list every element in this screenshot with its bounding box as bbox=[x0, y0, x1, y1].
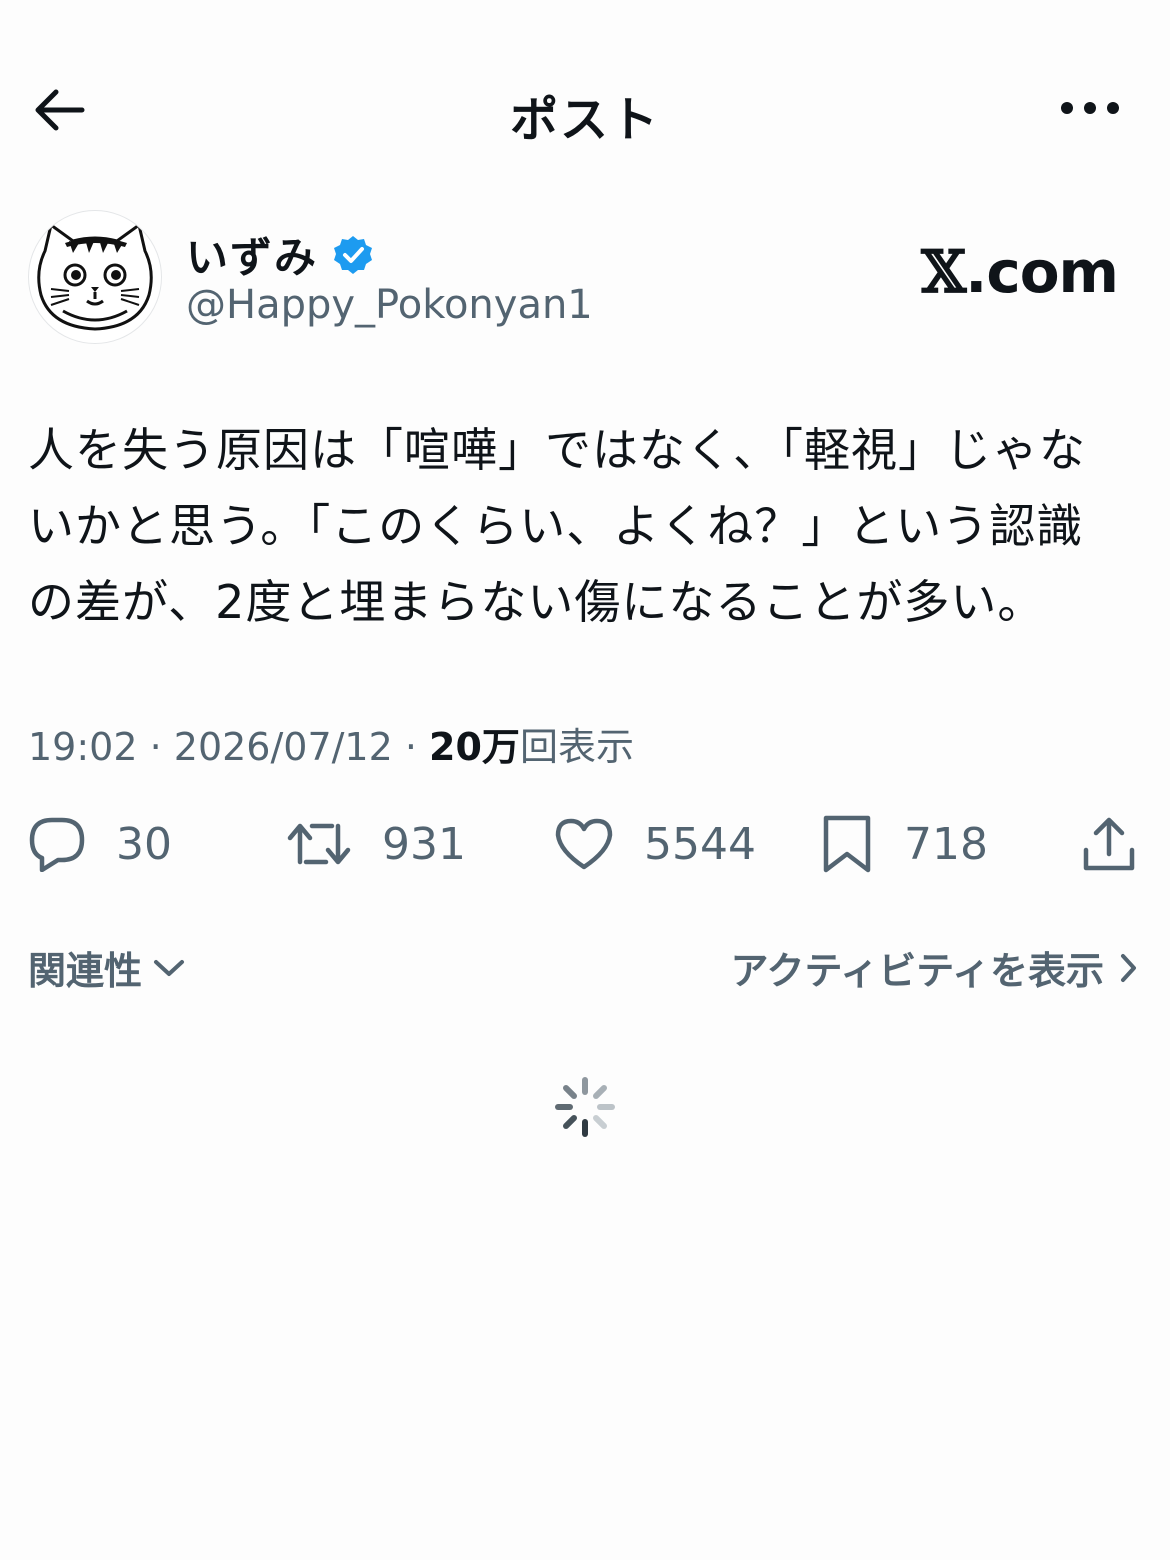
views-count: 20万 bbox=[429, 725, 520, 769]
share-icon bbox=[1083, 817, 1135, 871]
bookmark-button[interactable]: 718 bbox=[820, 808, 988, 880]
xcom-suffix: .com bbox=[965, 238, 1119, 306]
display-name[interactable]: いずみ bbox=[186, 224, 318, 285]
tweet-time[interactable]: 19:02 bbox=[28, 725, 138, 769]
view-activity-link[interactable]: アクティビティを表示 bbox=[730, 940, 1138, 995]
tweet-date[interactable]: 2026/07/12 bbox=[174, 725, 393, 769]
meta-separator: · bbox=[392, 725, 430, 769]
repost-count: 931 bbox=[382, 818, 466, 870]
relevance-dropdown[interactable]: 関連性 bbox=[28, 940, 186, 995]
page-title: ポスト bbox=[509, 92, 660, 148]
verified-badge-icon bbox=[334, 235, 373, 274]
xcom-watermark: 𝕏.com bbox=[921, 238, 1119, 306]
loading-spinner-icon bbox=[555, 1077, 615, 1137]
tweet-line: いかと思う。「このくらい、よくね？」という認識 bbox=[28, 499, 1084, 553]
sort-row: 関連性 アクティビティを表示 bbox=[28, 940, 1138, 996]
tweet-line: 人を失う原因は「喧嘩」ではなく、「軽視」じゃな bbox=[28, 423, 1086, 477]
bookmark-icon bbox=[823, 815, 871, 873]
like-count: 5544 bbox=[644, 818, 756, 870]
tweet-line: の差が、2度と埋まらない傷になることが多い。 bbox=[28, 575, 1045, 629]
relevance-label: 関連性 bbox=[28, 949, 143, 993]
cat-avatar-icon bbox=[37, 222, 153, 331]
tweet-meta: 19:02 · 2026/07/12 · 20万回表示 bbox=[28, 716, 634, 771]
name-row: いずみ bbox=[186, 224, 374, 285]
like-button[interactable]: 5544 bbox=[554, 808, 756, 880]
author-section: いずみ @Happy_Pokonyan1 𝕏.com bbox=[28, 210, 1138, 350]
activity-label: アクティビティを表示 bbox=[730, 949, 1104, 993]
tweet-text: 人を失う原因は「喧嘩」ではなく、「軽視」じゃな いかと思う。「このくらい、よくね… bbox=[28, 412, 1143, 640]
x-logo-glyph: 𝕏 bbox=[921, 238, 966, 306]
action-bar: 30 931 5544 718 bbox=[28, 808, 1142, 880]
reply-count: 30 bbox=[116, 818, 172, 870]
more-dots-icon bbox=[1061, 102, 1119, 114]
reply-icon bbox=[29, 817, 85, 872]
avatar[interactable] bbox=[28, 210, 162, 344]
repost-icon bbox=[287, 823, 351, 865]
bookmark-count: 718 bbox=[904, 818, 988, 870]
user-handle[interactable]: @Happy_Pokonyan1 bbox=[186, 282, 593, 328]
meta-separator: · bbox=[137, 725, 174, 769]
heart-icon bbox=[555, 818, 613, 870]
more-options-button[interactable] bbox=[1050, 80, 1130, 136]
chevron-down-icon bbox=[154, 959, 185, 976]
repost-button[interactable]: 931 bbox=[286, 808, 466, 880]
top-bar: ポスト bbox=[0, 60, 1170, 156]
reply-button[interactable]: 30 bbox=[28, 808, 172, 880]
share-button[interactable] bbox=[1080, 808, 1138, 880]
post-page: ポスト いずみ @Happy_Pokonyan1 𝕏.com 人を失う原因は「喧… bbox=[0, 0, 1170, 1560]
chevron-right-icon bbox=[1121, 953, 1136, 982]
views-label: 回表示 bbox=[519, 725, 634, 769]
